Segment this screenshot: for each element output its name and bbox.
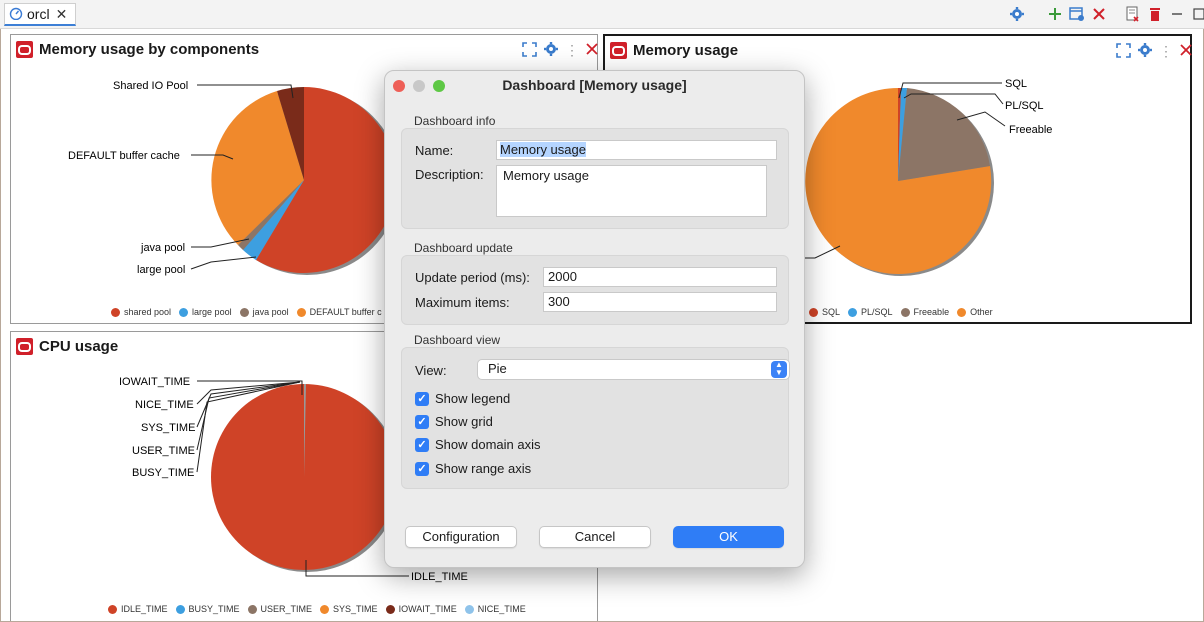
view-select-value: Pie [488,361,507,376]
manage-dashboards-icon[interactable] [1066,4,1088,24]
dashboard-toolbar [1006,4,1204,24]
group-dashboard-view: View: Pie ▲ ▼ ✓ Show legend ✓ Show grid ✓ Sh… [401,347,790,489]
label-sql: SQL [1005,78,1027,90]
label-large-pool: large pool [137,264,185,276]
checkmark-icon: ✓ [415,437,429,452]
ok-button[interactable]: OK [673,526,784,548]
label-user-time: USER_TIME [132,445,195,457]
dashboard-icon [9,6,23,23]
minimize-icon[interactable] [1166,4,1188,24]
dialog-title: Dashboard [Memory usage] [502,77,687,93]
view-select[interactable]: Pie ▲ ▼ [477,359,790,380]
description-label: Description: [415,167,484,182]
legend-item: PL/SQL [848,307,893,317]
chart-legend: SQL PL/SQL Freeable Other [809,307,993,317]
dashboard-config-dialog[interactable]: Dashboard [Memory usage] Dashboard info … [384,70,805,568]
checkbox-show-legend[interactable]: ✓ Show legend [415,391,510,406]
group-label-view: Dashboard view [414,333,501,347]
view-label: View: [415,363,447,378]
checkbox-show-grid[interactable]: ✓ Show grid [415,414,493,429]
checkmark-icon: ✓ [415,414,429,429]
maximum-items-label: Maximum items: [415,295,510,310]
legend-item: Freeable [900,307,949,317]
checkbox-show-domain-axis[interactable]: ✓ Show domain axis [415,437,541,452]
legend-item: IOWAIT_TIME [385,604,457,614]
settings-gear-icon[interactable] [1006,4,1028,24]
clear-document-icon[interactable] [1122,4,1144,24]
separator [1110,4,1122,24]
legend-item: BUSY_TIME [175,604,240,614]
label-sys-time: SYS_TIME [141,422,195,434]
group-label-info: Dashboard info [414,114,496,128]
tab-label: orcl [27,6,50,22]
legend-item: SYS_TIME [320,604,378,614]
slice-freeable [898,88,990,181]
legend-item: IDLE_TIME [108,604,168,614]
close-tab-icon[interactable]: ✕ [56,6,68,23]
checkmark-icon: ✓ [415,461,429,476]
label-java-pool: java pool [140,242,185,254]
label-idle-time: IDLE_TIME [411,571,468,583]
name-label: Name: [415,143,454,158]
editor-tab-bar: orcl ✕ [0,0,1204,29]
checkbox-show-range-axis[interactable]: ✓ Show range axis [415,461,531,476]
checkmark-icon: ✓ [415,391,429,406]
label-busy-time: BUSY_TIME [132,467,194,479]
legend-item: java pool [239,307,289,317]
label-default-buffer-cache: DEFAULT buffer cache [68,150,180,162]
chevron-up-down-icon: ▲ ▼ [771,361,787,378]
update-period-field[interactable]: 2000 [543,267,777,287]
cancel-button[interactable]: Cancel [539,526,651,548]
label-iowait-time: IOWAIT_TIME [119,376,190,388]
maximum-items-field[interactable]: 300 [543,292,777,312]
group-dashboard-info: Name: Memory usage Description: Memory u… [401,128,789,229]
description-field[interactable]: Memory usage [496,165,767,217]
configuration-button[interactable]: Configuration [405,526,517,548]
chart-legend: IDLE_TIME BUSY_TIME USER_TIME SYS_TIME I… [108,604,526,614]
legend-item: SQL [809,307,840,317]
legend-item: Other [957,307,993,317]
group-label-update: Dashboard update [414,241,513,255]
maximize-icon[interactable] [1188,4,1204,24]
legend-item: USER_TIME [247,604,312,614]
delete-trash-icon[interactable] [1144,4,1166,24]
add-icon[interactable] [1044,4,1066,24]
legend-item: DEFAULT buffer c [296,307,382,317]
label-freeable: Freeable [1009,124,1052,136]
update-period-label: Update period (ms): [415,270,530,285]
tab-orcl[interactable]: orcl ✕ [4,3,76,26]
legend-item: NICE_TIME [464,604,526,614]
separator [1028,4,1044,24]
group-dashboard-update: Update period (ms): 2000 Maximum items: … [401,255,789,325]
label-shared-io-pool: Shared IO Pool [113,80,188,92]
name-field[interactable]: Memory usage [496,140,777,160]
label-plsql: PL/SQL [1005,100,1044,112]
name-value: Memory usage [500,142,586,157]
legend-item: large pool [179,307,232,317]
chart-legend: shared pool large pool java pool DEFAULT… [111,307,382,317]
legend-item: shared pool [111,307,171,317]
remove-icon[interactable] [1088,4,1110,24]
label-nice-time: NICE_TIME [135,399,194,411]
